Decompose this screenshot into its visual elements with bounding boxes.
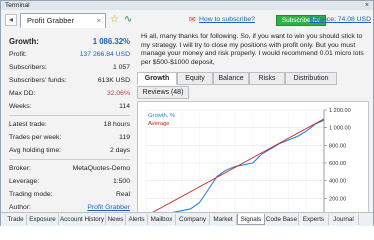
tab-close-icon[interactable]: × (97, 14, 101, 28)
stat-row: Avg holding time: 2 days (9, 146, 130, 156)
bottom-tab-signals[interactable]: Signals (237, 214, 265, 225)
tab-equity[interactable]: Equity (177, 72, 213, 85)
stat-row: Growth: 1 086.32% (9, 37, 130, 47)
stat-value: 2 days (109, 147, 130, 154)
stat-label: Max DD: (9, 90, 36, 97)
y-tick-label: 600.00 (329, 161, 346, 167)
bottom-tab-alerts[interactable]: Alerts (126, 214, 148, 225)
chart-svg: 1 200.00 1 000.00 800.00 600.00 400.00 200.00… (145, 108, 351, 224)
window-title: Terminal (5, 2, 30, 9)
tab-distribution[interactable]: Distribution (285, 72, 337, 85)
stat-label: Avg holding time: (9, 147, 62, 154)
back-button[interactable]: ◂ (5, 14, 17, 26)
how-to-subscribe-link[interactable]: How to subscribe? (199, 15, 255, 25)
tab-label: Profit Grabber (27, 16, 75, 25)
stat-row: Latest trade: 18 hours (9, 120, 130, 130)
tab-growth[interactable]: Growth (137, 72, 177, 85)
bottom-tab-code-base[interactable]: Code Base (265, 214, 299, 225)
signal-description: Hi all, many thanks for following. So, i… (141, 33, 364, 66)
stat-label: Latest trade: (9, 121, 47, 128)
bottom-tab-mailbox[interactable]: Mailbox (148, 214, 176, 225)
stat-row: Leverage: 1:500 (9, 177, 130, 187)
bottom-tab-trade[interactable]: Trade (5, 214, 27, 225)
stat-value: 114 (119, 103, 130, 110)
growth-chart: 1 200.00 1 000.00 800.00 600.00 400.00 200.00… (137, 101, 369, 224)
stat-value: 1:500 (112, 178, 130, 185)
stat-value: 613K USD (97, 77, 130, 84)
stats-separator (9, 115, 130, 116)
bottom-tab-account-history[interactable]: Account History (59, 214, 106, 225)
bottom-tab-news[interactable]: News (106, 214, 126, 225)
y-tick-label: 1 200.00 (329, 108, 351, 114)
stat-value: 32.06% (106, 90, 130, 97)
y-tick-label: 400.00 (329, 179, 346, 185)
stat-row: Subscribers' funds: 613K USD (9, 76, 130, 86)
y-tick-label: 200.00 (329, 196, 346, 202)
stat-row: Broker: MetaQuotes-Demo (9, 164, 130, 174)
tab-profit-grabber[interactable]: Profit Grabber × (20, 13, 106, 28)
stats-separator (9, 159, 130, 160)
stat-value: 1 057 (112, 64, 130, 71)
close-icon[interactable]: × (365, 1, 369, 10)
stat-label: Trades per week: (9, 134, 62, 141)
stat-label: Subscribers' funds: (9, 77, 67, 84)
stat-label: Weeks: (9, 103, 32, 110)
y-tick-label: 800.00 (329, 143, 346, 149)
bottom-tab-journal[interactable]: Journal (329, 214, 359, 225)
stat-row: Trades per week: 119 (9, 133, 130, 143)
stat-label: Subscribers: (9, 64, 47, 71)
star-icon[interactable]: ☆ (110, 14, 119, 26)
stat-label: Leverage: (9, 178, 40, 185)
balance-link[interactable]: Balance: 74.08 USD (309, 15, 371, 25)
stat-value: 1 086.32% (92, 37, 130, 46)
signal-header: ✉ How to subscribe? Subscribe for free B… (135, 15, 371, 33)
tab-risks[interactable]: Risks (249, 72, 285, 85)
bottom-tab-company[interactable]: Company (176, 214, 210, 225)
y-tick-label: 1 000.00 (329, 126, 351, 132)
legend-entry: Average (148, 121, 170, 127)
stat-row: Max DD: 32.06% (9, 89, 130, 99)
stat-value: Real (116, 191, 130, 198)
stat-label: Trading mode: (9, 191, 53, 198)
terminal-window: Terminal × ◂ Profit Grabber × ☆ ∿ Growth… (0, 0, 374, 226)
stat-row: Profit: 137 266.84 USD (9, 50, 130, 60)
signal-tabs: Growth Equity Balance Risks Distribution Revi… (137, 72, 371, 100)
stat-label: Profit: (9, 51, 27, 58)
bottom-tab-bar: Trade Exposure Account History News Alerts Ma… (1, 212, 373, 226)
bottom-tab-experts[interactable]: Experts (299, 214, 329, 225)
bottom-tab-exposure[interactable]: Exposure (27, 214, 59, 225)
bottom-tab-market[interactable]: Market (210, 214, 237, 225)
stat-row: Trading mode: Real (9, 190, 130, 200)
trend-icon[interactable]: ∿ (124, 14, 132, 26)
tab-balance[interactable]: Balance (213, 72, 249, 85)
stat-label: Broker: (9, 165, 31, 172)
stat-row: Subscribers: 1 057 (9, 63, 130, 73)
stat-value: MetaQuotes-Demo (72, 165, 130, 172)
mail-icon: ✉ (189, 15, 196, 24)
stat-value: 137 266.84 USD (79, 51, 130, 58)
window-titlebar: Terminal × (1, 1, 373, 10)
stats-panel: Growth: 1 086.32% Profit: 137 266.84 USD Sub… (9, 37, 130, 224)
stat-row: Weeks: 114 (9, 102, 130, 112)
tab-reviews-48[interactable]: Reviews (48) (137, 86, 189, 99)
legend-entry: Growth, % (148, 113, 175, 119)
stat-value: 119 (119, 134, 130, 141)
stat-label: Growth: (9, 37, 39, 46)
stat-value: 18 hours (103, 121, 130, 128)
